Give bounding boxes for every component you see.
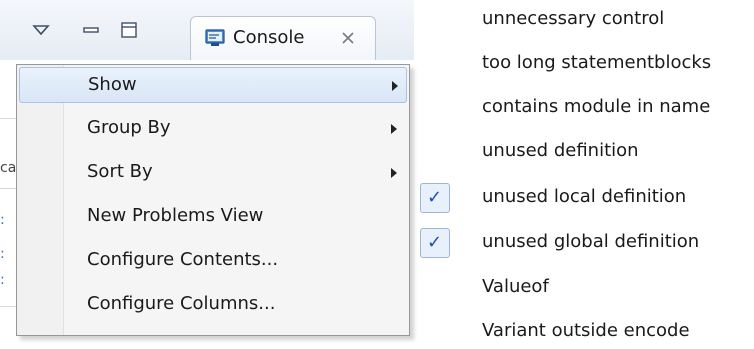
submenu-item[interactable]: unused definition <box>414 134 754 170</box>
chevron-right-icon <box>392 81 398 91</box>
submenu-item-label: Variant outside encode <box>482 320 690 341</box>
submenu-item-label: unused local definition <box>482 186 687 207</box>
menu-item-group-by[interactable]: Group By <box>19 111 407 147</box>
minimize-icon[interactable] <box>82 22 100 38</box>
check-icon: ✓ <box>427 187 443 208</box>
background-text-fragment: : <box>0 212 5 228</box>
menu-item-sort-by[interactable]: Sort By <box>19 155 407 191</box>
submenu-item[interactable]: Valueof <box>414 270 754 306</box>
submenu-item[interactable]: Variant outside encode <box>414 314 754 349</box>
submenu-item[interactable]: ✓ unused global definition <box>414 225 754 261</box>
submenu-item-label: contains module in name <box>482 96 711 117</box>
view-menu-popup: Show Group By Sort By New Problems View … <box>16 64 410 336</box>
background-text-fragment: : <box>0 246 5 262</box>
check-icon: ✓ <box>427 232 443 253</box>
checkbox[interactable]: ✓ <box>420 228 450 258</box>
checkbox[interactable]: ✓ <box>420 183 450 213</box>
submenu-item[interactable]: contains module in name <box>414 90 754 126</box>
submenu-item[interactable]: ✓ unused local definition <box>414 180 754 216</box>
maximize-icon[interactable] <box>120 22 138 38</box>
submenu-item-label: unused definition <box>482 140 639 161</box>
tab-console-label: Console <box>233 27 305 48</box>
console-icon <box>205 29 225 46</box>
show-submenu: unnecessary control too long statementbl… <box>414 0 754 349</box>
submenu-item-label: unnecessary control <box>482 8 665 29</box>
menu-item-label: Sort By <box>87 161 153 182</box>
menu-item-label: New Problems View <box>87 205 264 226</box>
menu-item-configure-contents[interactable]: Configure Contents... <box>19 243 407 279</box>
background-text-fragment: ca <box>0 160 17 176</box>
chevron-right-icon <box>391 124 397 134</box>
submenu-item[interactable]: too long statementblocks <box>414 46 754 82</box>
menu-item-label: Show <box>88 74 137 95</box>
menu-item-show[interactable]: Show <box>19 67 407 103</box>
menu-item-configure-columns[interactable]: Configure Columns... <box>19 287 407 323</box>
view-toolbar: Console <box>0 0 460 61</box>
menu-item-label: Configure Contents... <box>87 249 279 270</box>
submenu-item[interactable]: unnecessary control <box>414 2 754 38</box>
submenu-item-label: too long statementblocks <box>482 52 712 73</box>
submenu-item-label: unused global definition <box>482 231 700 252</box>
close-icon[interactable] <box>341 31 355 45</box>
screen: Console ca : : : unnecessary control too… <box>0 0 754 349</box>
chevron-right-icon <box>391 168 397 178</box>
menu-item-label: Group By <box>87 117 171 138</box>
menu-item-label: Configure Columns... <box>87 293 276 314</box>
tab-console[interactable]: Console <box>190 16 376 60</box>
background-text-fragment: : <box>0 272 5 288</box>
submenu-item-label: Valueof <box>482 276 549 297</box>
view-menu-icon[interactable] <box>32 22 50 38</box>
menu-item-new-problems-view[interactable]: New Problems View <box>19 199 407 235</box>
